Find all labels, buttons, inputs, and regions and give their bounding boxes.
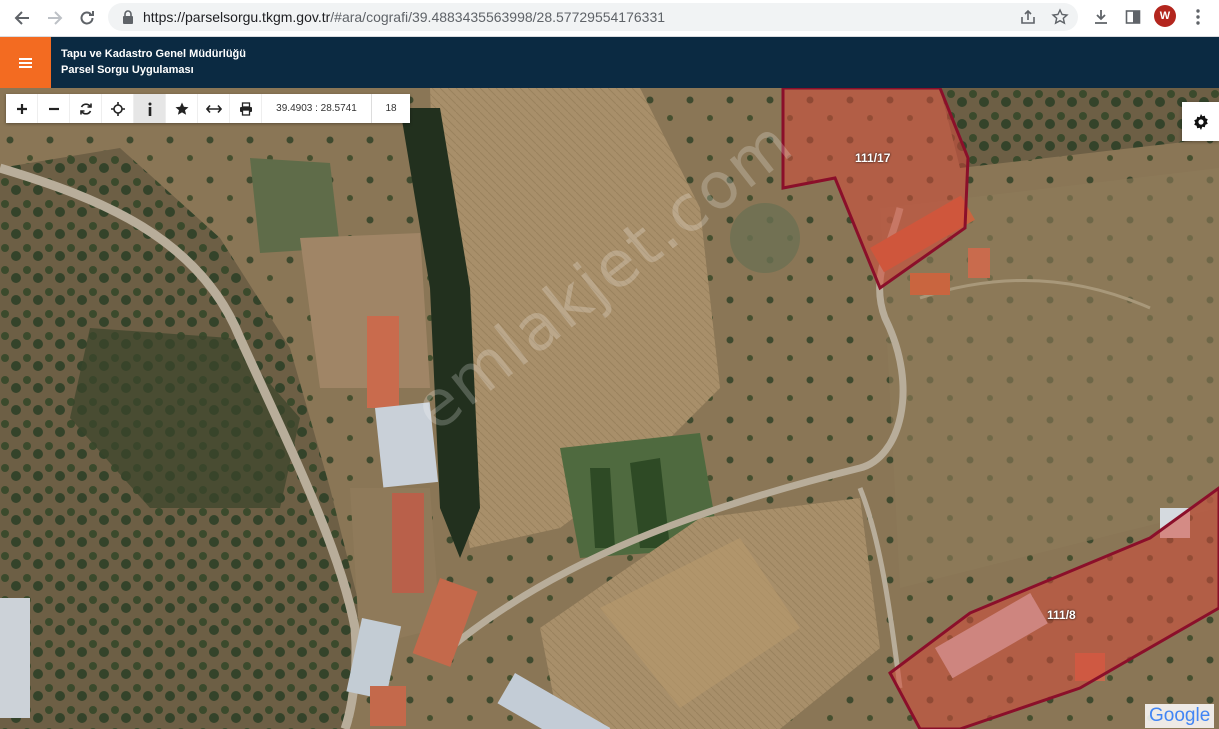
side-panel-icon[interactable] — [1122, 6, 1144, 28]
satellite-map[interactable]: 111/17 111/8 emlakjet.com — [0, 88, 1219, 729]
plus-icon — [16, 103, 27, 114]
arrows-horizontal-icon — [205, 104, 222, 113]
crosshair-icon — [110, 101, 125, 116]
app-header: Tapu ve Kadastro Genel Müdürlüğü Parsel … — [0, 37, 1219, 88]
favorite-button[interactable] — [166, 94, 198, 123]
coordinates-display: 39.4903 : 28.5741 — [262, 94, 372, 123]
settings-button[interactable] — [1182, 102, 1219, 141]
url-path: /#ara/cografi/39.4883435563998/28.577295… — [330, 9, 666, 25]
measure-button[interactable] — [198, 94, 230, 123]
url-host: https://parselsorgu.tkgm.gov.tr — [143, 9, 331, 25]
minus-icon — [48, 107, 59, 110]
more-menu-icon[interactable] — [1187, 6, 1209, 28]
download-icon[interactable] — [1090, 6, 1112, 28]
forward-icon[interactable] — [41, 4, 69, 32]
zoom-in-button[interactable] — [6, 94, 38, 123]
info-icon — [148, 102, 151, 116]
bookmark-star-icon[interactable] — [1050, 7, 1070, 27]
print-icon — [239, 101, 252, 116]
refresh-icon — [79, 102, 92, 115]
google-logo: Google — [1145, 704, 1215, 728]
google-attribution-text: Google — [1149, 705, 1211, 726]
parcel-label: 111/17 — [855, 151, 891, 165]
profile-avatar[interactable]: W — [1154, 5, 1176, 27]
map-imagery — [0, 88, 1219, 729]
app-title: Tapu ve Kadastro Genel Müdürlüğü Parsel … — [61, 46, 246, 78]
url-text: https://parselsorgu.tkgm.gov.tr/#ara/cog… — [143, 9, 665, 25]
zoom-out-button[interactable] — [38, 94, 70, 123]
app-title-line1: Tapu ve Kadastro Genel Müdürlüğü — [61, 48, 246, 60]
gear-icon — [1193, 113, 1208, 130]
reload-icon[interactable] — [73, 4, 101, 32]
refresh-button[interactable] — [70, 94, 102, 123]
lock-icon — [120, 9, 136, 25]
info-button[interactable] — [134, 94, 166, 123]
parcel-label: 111/8 — [1047, 608, 1076, 622]
zoom-level: 18 — [385, 103, 397, 114]
star-icon — [175, 102, 188, 115]
browser-toolbar: https://parselsorgu.tkgm.gov.tr/#ara/cog… — [0, 0, 1219, 37]
print-button[interactable] — [230, 94, 262, 123]
address-bar[interactable]: https://parselsorgu.tkgm.gov.tr/#ara/cog… — [108, 3, 1078, 31]
map-toolbar: 39.4903 : 28.5741 18 — [6, 94, 410, 123]
hamburger-menu-button[interactable] — [0, 37, 51, 88]
menu-icon — [19, 56, 32, 70]
share-icon[interactable] — [1018, 7, 1038, 27]
locate-button[interactable] — [102, 94, 134, 123]
back-icon[interactable] — [8, 4, 36, 32]
app-title-line2: Parsel Sorgu Uygulaması — [61, 64, 194, 76]
